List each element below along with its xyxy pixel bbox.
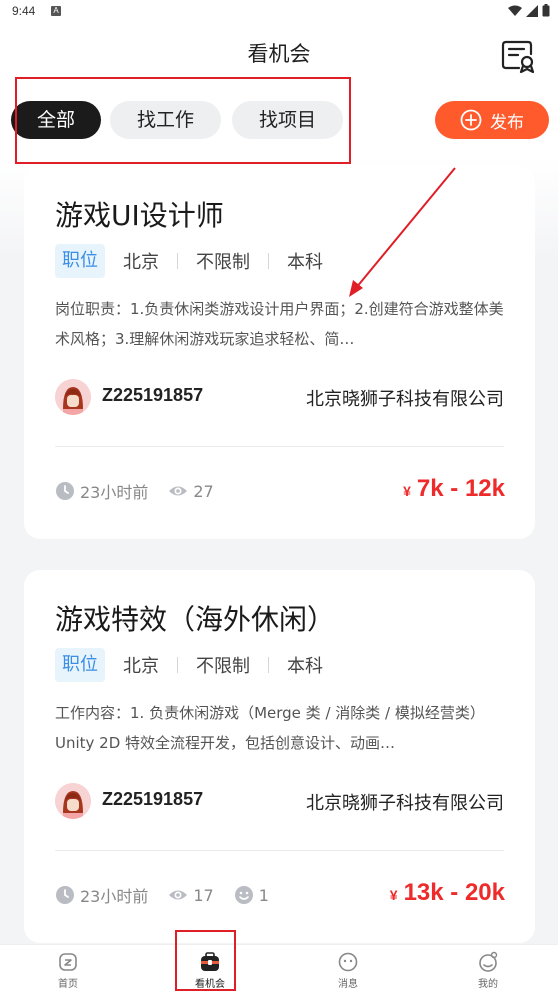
bottom-nav: 首页 看机会 消息 我的 xyxy=(0,944,558,992)
job-type-badge: 职位 xyxy=(55,244,105,278)
salary: ¥ 7k - 12k xyxy=(403,475,505,503)
job-city: 北京 xyxy=(123,252,159,273)
company-name: 北京晓狮子科技有限公司 xyxy=(306,793,504,814)
salary-currency: ¥ xyxy=(403,483,411,499)
plus-circle-icon xyxy=(460,109,482,131)
notification-badge-icon: A xyxy=(51,6,61,16)
posted-time-text: 23小时前 xyxy=(80,483,149,502)
job-card[interactable]: 游戏UI设计师 职位 北京 不限制 本科 岗位职责：1.负责休闲类游戏设计用户界… xyxy=(24,166,535,539)
eye-icon xyxy=(169,486,188,496)
job-city: 北京 xyxy=(123,656,159,677)
job-card[interactable]: 游戏特效（海外休闲） 职位 北京 不限制 本科 工作内容：1. 负责休闲游戏（M… xyxy=(24,570,535,943)
poster-row: Z225191857 北京晓狮子科技有限公司 xyxy=(55,379,504,415)
job-experience: 不限制 xyxy=(196,252,250,273)
posted-time: 23小时前 xyxy=(55,883,148,907)
job-description: 岗位职责：1.负责休闲类游戏设计用户界面；2.创建符合游戏整体美术风格；3.理解… xyxy=(55,300,504,348)
job-meta: 23小时前 17 1 xyxy=(55,883,289,907)
eye-icon xyxy=(169,890,188,900)
job-experience: 不限制 xyxy=(196,656,250,677)
view-count: 17 xyxy=(168,885,214,905)
poster-id: Z225191857 xyxy=(102,789,204,809)
tag-divider xyxy=(177,657,178,673)
job-title: 游戏特效（海外休闲） xyxy=(55,603,336,636)
avatar[interactable] xyxy=(55,783,91,819)
signal-icon xyxy=(526,4,538,17)
poster-id: Z225191857 xyxy=(102,385,204,405)
salary-range: 7k - 12k xyxy=(416,475,505,502)
page-title: 看机会 xyxy=(247,42,311,66)
message-icon xyxy=(338,952,358,972)
salary: ¥ 13k - 20k xyxy=(390,879,505,907)
posted-time: 23小时前 xyxy=(55,479,148,503)
status-bar: 9:44 A xyxy=(0,0,558,22)
view-count-text: 27 xyxy=(193,481,214,501)
card-divider xyxy=(55,850,504,851)
view-count-text: 17 xyxy=(193,885,214,905)
tag-divider xyxy=(268,253,269,269)
tag-divider xyxy=(268,657,269,673)
filter-tabs-highlight-box xyxy=(15,77,351,164)
nav-home-label: 首页 xyxy=(58,979,78,990)
job-meta: 23小时前 27 xyxy=(55,479,234,503)
job-education: 本科 xyxy=(287,252,323,273)
nav-profile-label: 我的 xyxy=(478,979,498,990)
nav-messages-label: 消息 xyxy=(338,979,358,990)
nav-home[interactable]: 首页 xyxy=(38,951,98,990)
nav-profile[interactable]: 我的 xyxy=(458,951,518,990)
job-type-badge: 职位 xyxy=(55,648,105,682)
status-time: 9:44 xyxy=(12,4,36,18)
nav-highlight-box xyxy=(175,930,236,991)
job-description: 工作内容：1. 负责休闲游戏（Merge 类 / 消除类 / 模拟经营类）Uni… xyxy=(55,704,485,752)
job-tags: 职位 北京 不限制 本科 xyxy=(55,647,323,683)
like-count-text: 1 xyxy=(258,885,269,905)
status-icons xyxy=(508,4,550,17)
profile-icon xyxy=(479,951,498,972)
like-count: 1 xyxy=(234,885,269,905)
view-count: 27 xyxy=(168,481,214,501)
job-tags: 职位 北京 不限制 本科 xyxy=(55,243,323,279)
clock-icon xyxy=(56,886,74,904)
job-education: 本科 xyxy=(287,656,323,677)
posted-time-text: 23小时前 xyxy=(80,887,149,906)
home-icon xyxy=(59,953,77,971)
salary-range: 13k - 20k xyxy=(403,879,505,906)
poster-row: Z225191857 北京晓狮子科技有限公司 xyxy=(55,783,504,819)
publish-button[interactable]: 发布 xyxy=(435,101,549,139)
job-title: 游戏UI设计师 xyxy=(55,199,224,232)
wifi-icon xyxy=(508,5,522,16)
tag-divider xyxy=(177,253,178,269)
battery-icon xyxy=(542,4,550,17)
smile-icon xyxy=(234,886,253,904)
salary-currency: ¥ xyxy=(389,887,398,903)
company-name: 北京晓狮子科技有限公司 xyxy=(306,389,504,410)
resume-badge-icon[interactable] xyxy=(500,37,536,73)
nav-messages[interactable]: 消息 xyxy=(318,951,378,990)
clock-icon xyxy=(56,482,74,500)
avatar[interactable] xyxy=(55,379,91,415)
card-divider xyxy=(55,446,504,447)
publish-button-label: 发布 xyxy=(490,112,524,133)
